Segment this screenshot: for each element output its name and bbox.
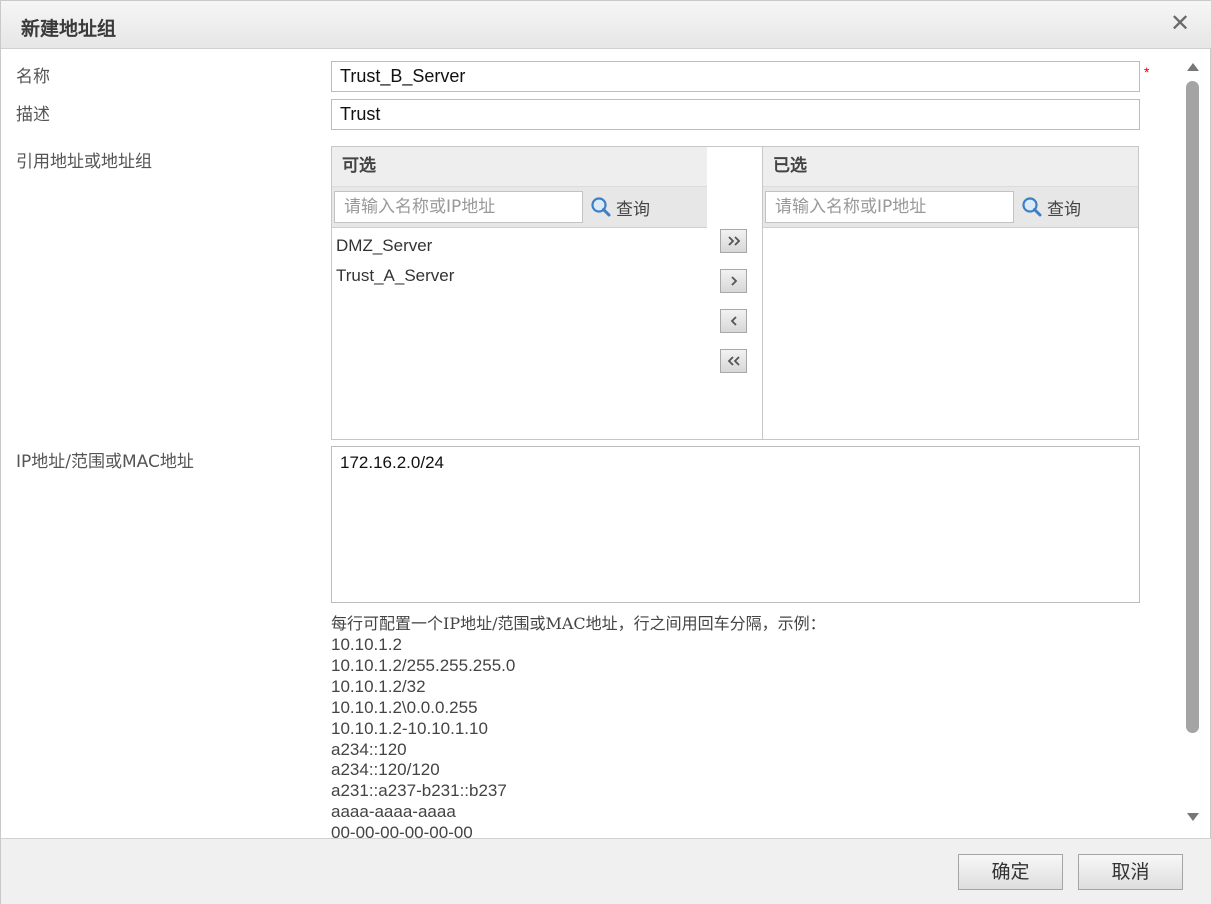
hint-example: 10.10.1.2/255.255.255.0 [331,655,516,675]
dialog-footer: 确定 取消 [1,838,1211,904]
selected-search-bar: 请输入名称或IP地址 查询 [763,187,1138,228]
hint-example: aaaa-aaaa-aaaa [331,802,456,822]
reference-label: 引用地址或地址组 [16,152,152,172]
dialog-content: 名称 Trust_B_Server * 描述 Trust 引用地址或地址组 可选… [4,50,1182,838]
cancel-button[interactable]: 取消 [1078,854,1183,890]
available-search-bar: 请输入名称或IP地址 查询 [332,187,707,228]
selected-panel-title: 已选 [763,147,1138,187]
description-input[interactable]: Trust [331,99,1140,130]
selected-panel: 已选 请输入名称或IP地址 查询 [762,146,1139,440]
hint-example: a234::120 [331,739,407,759]
double-chevron-right-icon [727,236,740,246]
chevron-right-icon [730,276,737,286]
hint-example: 10.10.1.2 [331,635,402,654]
close-icon[interactable]: ✕ [1167,11,1193,37]
dialog-title: 新建地址组 [21,18,117,40]
available-panel: 可选 请输入名称或IP地址 查询 DMZ_Server Trust_A_Serv… [331,146,708,440]
move-left-button[interactable] [720,309,747,333]
new-address-group-dialog: 新建地址组 ✕ 名称 Trust_B_Server * 描述 Trust 引用地… [0,0,1211,904]
format-hint: 每行可配置一个IP地址/范围或MAC地址，行之间用回车分隔，示例： 10.10.… [331,613,1131,838]
move-all-right-button[interactable] [720,229,747,253]
list-item[interactable]: Trust_A_Server [332,261,707,291]
list-item[interactable]: DMZ_Server [332,231,707,261]
hint-example: 10.10.1.2\0.0.0.255 [331,697,478,717]
hint-example: a231::a237-b231::b237 [331,781,507,801]
ip-address-label: IP地址/范围或MAC地址 [16,452,194,472]
scroll-down-arrow-icon[interactable] [1187,813,1199,821]
transfer-buttons [707,146,763,440]
move-right-button[interactable] [720,269,747,293]
available-search-input[interactable]: 请输入名称或IP地址 [334,191,583,223]
scroll-thumb[interactable] [1186,81,1199,733]
ip-address-textarea[interactable]: 172.16.2.0/24 [331,446,1140,603]
search-icon [1022,197,1042,217]
available-panel-title: 可选 [332,147,707,187]
dialog-titlebar: 新建地址组 ✕ [1,1,1211,49]
selected-search-label: 查询 [1047,199,1081,220]
name-input[interactable]: Trust_B_Server [331,61,1140,92]
selected-list [763,228,1138,231]
available-search-button[interactable]: 查询 [590,193,650,221]
description-label: 描述 [16,105,50,125]
move-all-left-button[interactable] [720,349,747,373]
selected-search-button[interactable]: 查询 [1021,193,1081,221]
required-mark: * [1144,64,1150,80]
available-list: DMZ_Server Trust_A_Server [332,228,707,291]
name-label: 名称 [16,67,50,87]
available-search-label: 查询 [616,199,650,220]
ok-button[interactable]: 确定 [958,854,1063,890]
scroll-up-arrow-icon[interactable] [1187,63,1199,71]
search-icon [591,197,611,217]
double-chevron-left-icon [727,356,740,366]
hint-title: 每行可配置一个IP地址/范围或MAC地址，行之间用回车分隔，示例： [331,614,826,633]
hint-example: 00-00-00-00-00-00 [331,823,473,838]
hint-example: 10.10.1.2/32 [331,676,426,696]
hint-example: 10.10.1.2-10.10.1.10 [331,718,488,738]
hint-example: a234::120/120 [331,760,440,780]
selected-search-input[interactable]: 请输入名称或IP地址 [765,191,1014,223]
address-transfer: 可选 请输入名称或IP地址 查询 DMZ_Server Trust_A_Serv… [331,146,1139,440]
content-scrollbar[interactable] [1182,57,1204,827]
chevron-left-icon [730,316,737,326]
